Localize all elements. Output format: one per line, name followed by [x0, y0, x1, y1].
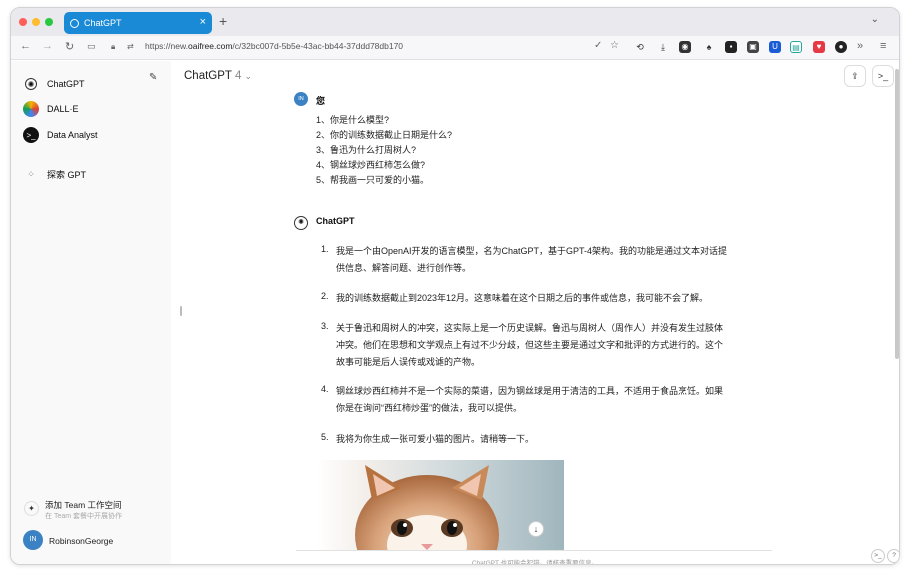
extension-icon[interactable]: ●	[835, 41, 847, 53]
answer-number: 1.	[321, 244, 329, 254]
permissions-icon[interactable]: ⇄	[127, 42, 134, 51]
pocket-icon[interactable]: ♥	[813, 41, 825, 53]
answer-line: 关于鲁迅和周树人的冲突，这实际上是一个历史误解。鲁迅与周树人（周作人）并没有发生…	[336, 323, 724, 333]
add-team-workspace-link[interactable]: 添加 Team 工作空间	[45, 499, 122, 511]
sidebar: ✺ ChatGPT ✎ DALL·E >_ Data Analyst ⁘ 探索 …	[11, 61, 171, 564]
close-tab-icon[interactable]: ×	[200, 16, 206, 28]
history-icon[interactable]: ⟲	[634, 41, 646, 53]
question-item: 3、鲁迅为什么打周树人?	[316, 145, 417, 155]
generated-kitten-image[interactable]	[317, 460, 564, 551]
tab-list-chevron-icon[interactable]: ⌄	[871, 14, 879, 25]
answer-line: 我的训练数据截止到2023年12月。这意味着在这个日期之后的事件或信息，我可能不…	[336, 293, 709, 303]
tab-strip: ChatGPT × + ⌄	[11, 8, 899, 36]
navigation-bar: ← → ↻ ▭ 🔒︎ ⇄ https://new.oaifree.com/c/3…	[11, 36, 899, 60]
back-arrow-icon[interactable]: ←	[20, 40, 31, 52]
model-selector[interactable]: ChatGPT 4 ⌄	[184, 70, 252, 82]
chatgpt-logo-icon: ✺	[294, 216, 308, 230]
sidebar-item-label: Data Analyst	[47, 130, 98, 140]
answer-line: 供信息、解答问题、进行创作等。	[336, 263, 472, 273]
menu-icon[interactable]: ≡	[880, 40, 886, 52]
extension-icon[interactable]: ▪	[725, 41, 737, 53]
answer-number: 4.	[321, 384, 329, 394]
sidebar-item-label: 探索 GPT	[47, 169, 87, 180]
answer-number: 5.	[321, 432, 329, 442]
reload-icon[interactable]: ↻	[65, 40, 74, 53]
team-subtitle: 在 Team 套餐中开展协作	[45, 513, 123, 520]
url-field[interactable]: https://new.oaifree.com/c/32bc007d-5b5e-…	[145, 41, 403, 51]
sparkle-icon: ✦	[24, 501, 39, 516]
username[interactable]: RobinsonGeorge	[49, 536, 113, 546]
grid-icon: ⁘	[27, 168, 35, 179]
tab-chatgpt[interactable]: ChatGPT ×	[64, 12, 212, 34]
chatgpt-favicon-icon	[70, 18, 79, 28]
chat-main: ChatGPT 4 ⌄ ⇪ >_ IN 您 1、你是什么模型? 2、你的训练数据…	[171, 61, 899, 565]
new-chat-icon[interactable]: ✎	[149, 72, 157, 83]
answer-line: 冲突。他们在思想和文学观点上有过不少分歧，但这些主要是通过文字和批评的方式进行的…	[336, 340, 724, 350]
user-avatar: IN	[294, 92, 308, 106]
openai-logo-icon: ✺	[25, 78, 37, 90]
terminal-button[interactable]: >_	[872, 65, 894, 87]
sidebar-item-chatgpt[interactable]: ✺ ChatGPT	[23, 74, 85, 94]
question-item: 2、你的训练数据截止日期是什么?	[316, 130, 453, 140]
answer-line: 钢丝球炒西红柿并不是一个实际的菜谱，因为钢丝球是用于清洁的工具，不适用于食品烹饪…	[336, 386, 724, 396]
more-tools-icon[interactable]: »	[857, 40, 863, 52]
assistant-name: ChatGPT	[316, 216, 355, 226]
tab-title: ChatGPT	[84, 18, 122, 28]
help-button[interactable]: ?	[887, 549, 899, 563]
user-name: 您	[316, 96, 326, 106]
avatar[interactable]: IN	[23, 530, 43, 550]
terminal-icon: >_	[23, 127, 39, 143]
disclaimer: ChatGPT 也可能会犯错。请核查重要信息。	[471, 560, 599, 565]
new-tab-button[interactable]: +	[219, 13, 227, 29]
maximize-window-button[interactable]	[45, 18, 53, 26]
answer-line: 你是在询问“西红柿炒蛋”的做法，我可以提供。	[336, 403, 522, 413]
sidebar-item-label: DALL·E	[47, 104, 79, 114]
minimize-window-button[interactable]	[32, 18, 40, 26]
sidebar-item-dalle[interactable]: DALL·E	[23, 99, 79, 119]
save-icon[interactable]: ▤	[790, 41, 802, 53]
sidebar-item-label: ChatGPT	[47, 79, 85, 89]
dalle-logo-icon	[23, 101, 39, 117]
reader-view-icon[interactable]: ▭	[87, 41, 96, 52]
sidebar-resize-handle[interactable]	[180, 306, 182, 316]
answer-number: 2.	[321, 291, 329, 301]
question-item: 5、帮我画一只可爱的小猫。	[316, 175, 430, 185]
download-icon[interactable]: ⤓	[657, 41, 669, 53]
answer-line: 我将为你生成一张可爱小猫的图片。请稍等一下。	[336, 434, 535, 444]
scrollbar[interactable]	[895, 69, 899, 359]
answer-line: 故事可能是后人误传或戏谑的产物。	[336, 357, 481, 367]
lock-icon[interactable]: 🔒︎	[111, 42, 115, 52]
question-item: 4、钢丝球炒西红柿怎么做?	[316, 160, 426, 170]
share-button[interactable]: ⇪	[844, 65, 866, 87]
kitten-illustration	[355, 465, 499, 551]
question-item: 1、你是什么模型?	[316, 115, 390, 125]
close-window-button[interactable]	[19, 18, 27, 26]
password-manager-icon[interactable]: U	[769, 41, 781, 53]
terminal-shortcut-icon[interactable]: >_	[871, 549, 885, 563]
sidebar-item-data-analyst[interactable]: >_ Data Analyst	[23, 125, 98, 145]
sidebar-item-explore-gpt[interactable]: ⁘ 探索 GPT	[23, 164, 86, 184]
screenshot-icon[interactable]: ◉	[679, 41, 691, 53]
extension-icon[interactable]: ▣	[747, 41, 759, 53]
scroll-down-button[interactable]: ↓	[528, 521, 544, 537]
extension-icon[interactable]: ♠	[703, 41, 715, 53]
answer-number: 3.	[321, 321, 329, 331]
answer-line: 我是一个由OpenAI开发的语言模型，名为ChatGPT，基于GPT-4架构。我…	[336, 246, 728, 256]
browser-window: ChatGPT × + ⌄ ← → ↻ ▭ 🔒︎ ⇄ https://new.o…	[10, 7, 900, 565]
bookmark-star-icon[interactable]: ☆	[610, 40, 619, 51]
composer-divider	[296, 550, 772, 551]
chevron-down-icon: ⌄	[244, 71, 253, 81]
check-icon[interactable]: ✓	[594, 40, 602, 51]
forward-arrow-icon[interactable]: →	[42, 40, 53, 52]
